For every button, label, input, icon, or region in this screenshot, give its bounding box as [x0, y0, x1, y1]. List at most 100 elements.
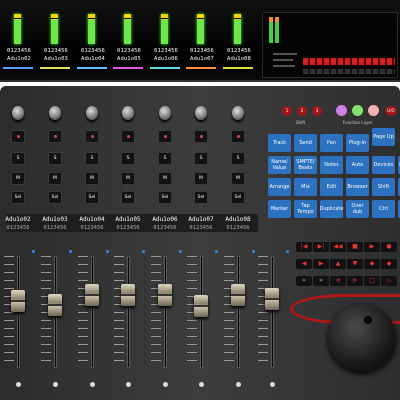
record-button[interactable]	[121, 130, 135, 143]
transport-button[interactable]: «	[296, 276, 312, 286]
transport-button[interactable]: ▶|	[313, 242, 329, 252]
keypad-button[interactable]: Browser	[346, 178, 369, 196]
keypad-button[interactable]: Tap Tempo	[294, 200, 317, 218]
pan-knob[interactable]	[122, 106, 134, 120]
record-button[interactable]	[11, 130, 25, 143]
keypad-button[interactable]: Mix	[294, 178, 317, 196]
record-button[interactable]	[158, 130, 172, 143]
transport-button[interactable]: ■	[347, 242, 363, 252]
pan-knob[interactable]	[86, 106, 98, 120]
transport-button[interactable]: ◆	[381, 259, 397, 269]
keypad-button[interactable]: Devices	[372, 156, 395, 174]
keypad-button[interactable]: Ctrl	[372, 200, 395, 218]
mute-button[interactable]: M	[85, 172, 99, 185]
level-meter	[14, 14, 21, 44]
mute-button[interactable]: M	[121, 172, 135, 185]
pan-knob[interactable]	[49, 106, 61, 120]
keypad-button[interactable]: Auto	[346, 156, 369, 174]
transport-button[interactable]: ▲	[330, 259, 346, 269]
mute-button[interactable]: M	[194, 172, 208, 185]
mute-button[interactable]: M	[48, 172, 62, 185]
keypad-label: Shift	[377, 184, 390, 190]
transport-button[interactable]: |◀	[296, 242, 312, 252]
keypad-button[interactable]: SMPTE/ Beats	[294, 156, 317, 174]
pan-knob[interactable]	[159, 106, 171, 120]
mute-button[interactable]: M	[11, 172, 25, 185]
transport-button[interactable]: ▶	[364, 242, 380, 252]
keypad-button[interactable]: Edit	[320, 178, 343, 196]
function-button-1[interactable]	[336, 105, 347, 116]
level-meter	[88, 14, 95, 44]
mute-button[interactable]: M	[158, 172, 172, 185]
solo-button[interactable]: S	[48, 152, 62, 165]
transport-button[interactable]: ⊲	[330, 276, 346, 286]
record-button[interactable]	[231, 130, 245, 143]
bank-button-1[interactable]: 1	[282, 106, 292, 116]
fader-cap[interactable]	[11, 289, 25, 312]
select-button[interactable]: Sel	[48, 191, 62, 204]
strip-number: 0123456	[190, 48, 214, 54]
scribble-strip: Adu1o08 0123456	[221, 216, 255, 232]
solo-button[interactable]: S	[194, 152, 208, 165]
bank-button-2[interactable]: 2	[297, 106, 307, 116]
fader-cap[interactable]	[158, 283, 172, 306]
select-button[interactable]: Sel	[11, 191, 25, 204]
select-button[interactable]: Sel	[158, 191, 172, 204]
keypad-button[interactable]: Send	[294, 134, 317, 152]
solo-button[interactable]: S	[231, 152, 245, 165]
select-button[interactable]: Sel	[194, 191, 208, 204]
transport-button[interactable]: ▷	[381, 276, 397, 286]
transport-button[interactable]: ▶	[313, 259, 329, 269]
keypad-button[interactable]: Shift	[372, 178, 395, 196]
keypad-button[interactable]: Plug-in	[346, 134, 369, 152]
fader-cap[interactable]	[85, 283, 99, 306]
pan-knob[interactable]	[12, 106, 24, 120]
keypad-button[interactable]: Notes	[320, 156, 343, 174]
solo-button[interactable]: S	[158, 152, 172, 165]
transport-button[interactable]: ◀◀	[330, 242, 346, 252]
transport-button[interactable]: ●	[381, 242, 397, 252]
select-button[interactable]: Sel	[231, 191, 245, 204]
solo-button[interactable]: S	[121, 152, 135, 165]
record-button[interactable]	[85, 130, 99, 143]
pan-knob[interactable]	[195, 106, 207, 120]
keypad-label: Marker	[270, 206, 289, 212]
keypad-button[interactable]: Track	[268, 134, 291, 152]
jog-wheel[interactable]	[328, 304, 396, 372]
record-dot	[163, 135, 167, 138]
function-button-2[interactable]	[352, 105, 363, 116]
fader-cap[interactable]	[121, 283, 135, 306]
mute-button[interactable]: M	[231, 172, 245, 185]
fader-cap[interactable]	[231, 283, 245, 306]
bank-button-3[interactable]: 3	[312, 106, 322, 116]
record-button[interactable]	[194, 130, 208, 143]
keypad-button[interactable]: Pan	[320, 134, 343, 152]
transport-glyph: ◀	[301, 260, 307, 267]
record-button[interactable]	[48, 130, 62, 143]
keypad-button[interactable]: Page Up	[372, 128, 395, 146]
mute-button-label: M	[16, 176, 20, 181]
solo-button[interactable]: S	[11, 152, 25, 165]
fader-cap[interactable]	[48, 294, 62, 317]
fader-cap[interactable]	[265, 288, 279, 310]
fader-track	[91, 256, 94, 368]
transport-button[interactable]: ◆	[364, 259, 380, 269]
keypad-button[interactable]: Duplicate	[320, 200, 343, 218]
keypad-label: Browser	[347, 184, 368, 190]
pan-knob[interactable]	[232, 106, 244, 120]
select-button[interactable]: Sel	[121, 191, 135, 204]
keypad-button[interactable]: Marker	[268, 200, 291, 218]
keypad-button[interactable]: Arrange	[268, 178, 291, 196]
transport-button[interactable]: »	[313, 276, 329, 286]
function-button-3[interactable]	[368, 105, 379, 116]
transport-button[interactable]: ▼	[347, 259, 363, 269]
select-button[interactable]: Sel	[85, 191, 99, 204]
function-layer-button[interactable]: U/O	[385, 106, 397, 116]
transport-button[interactable]: ⊳	[347, 276, 363, 286]
transport-button[interactable]: □	[364, 276, 380, 286]
keypad-button[interactable]: Over dub	[346, 200, 369, 218]
fader-cap[interactable]	[194, 295, 208, 318]
transport-button[interactable]: ◀	[296, 259, 312, 269]
keypad-button[interactable]: Name/ Value	[268, 156, 291, 174]
solo-button[interactable]: S	[85, 152, 99, 165]
